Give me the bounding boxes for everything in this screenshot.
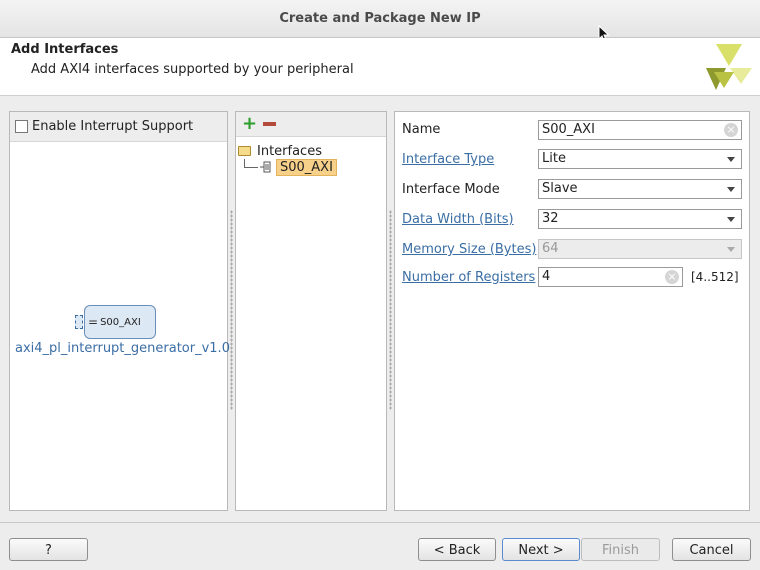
num-registers-range: [4..512] xyxy=(691,270,739,284)
cancel-button[interactable]: Cancel xyxy=(672,538,751,561)
interface-mode-label: Interface Mode xyxy=(402,182,500,197)
tree-root-label: Interfaces xyxy=(257,143,322,159)
finish-button: Finish xyxy=(581,538,660,561)
data-width-link[interactable]: Data Width (Bits) xyxy=(402,212,514,227)
interface-properties-panel: Name S00_AXI × Interface Type Lite Inter… xyxy=(394,111,750,511)
footer-divider xyxy=(0,522,760,523)
ip-block-symbol[interactable]: = S00_AXI xyxy=(75,305,156,339)
enable-interrupt-checkbox[interactable] xyxy=(15,120,28,133)
help-button[interactable]: ? xyxy=(9,538,88,561)
left-splitter-handle[interactable] xyxy=(230,210,233,410)
page-title: Add Interfaces xyxy=(11,42,119,57)
ip-block-port-label: S00_AXI xyxy=(100,316,141,328)
num-registers-link[interactable]: Number of Registers xyxy=(402,270,535,285)
clear-name-icon[interactable]: × xyxy=(724,123,738,137)
right-splitter-handle[interactable] xyxy=(389,210,392,410)
memory-size-select: 64 xyxy=(538,239,742,259)
name-label: Name xyxy=(402,122,441,137)
interface-mode-select[interactable]: Slave xyxy=(538,179,742,199)
axi-bus-icon xyxy=(260,161,271,173)
interrupt-support-row[interactable]: Enable Interrupt Support xyxy=(10,112,227,142)
data-width-value: 32 xyxy=(542,211,559,226)
page-subtitle: Add AXI4 interfaces supported by your pe… xyxy=(31,62,354,77)
num-registers-input[interactable]: 4 × xyxy=(538,267,683,287)
add-interface-icon[interactable]: + xyxy=(242,115,257,133)
tree-toolbar: + xyxy=(236,112,386,137)
ip-port-connector[interactable] xyxy=(75,315,83,329)
bus-interface-icon: = xyxy=(88,315,99,329)
memory-size-value: 64 xyxy=(542,241,559,256)
tree-item-label: S00_AXI xyxy=(276,158,337,176)
remove-interface-icon[interactable] xyxy=(263,122,277,126)
clear-registers-icon[interactable]: × xyxy=(665,270,679,284)
chevron-down-icon xyxy=(727,217,735,222)
interfaces-tree: Interfaces S00_AXI xyxy=(238,143,337,176)
name-input[interactable]: S00_AXI × xyxy=(538,120,742,140)
tree-branch-line xyxy=(244,159,258,168)
chevron-down-icon xyxy=(727,157,735,162)
window-title: Create and Package New IP xyxy=(0,0,760,38)
interfaces-tree-panel: + Interfaces S00_AXI xyxy=(235,111,387,511)
vendor-logo-icon xyxy=(706,44,752,90)
num-registers-value: 4 xyxy=(542,269,551,284)
interface-type-value: Lite xyxy=(542,151,566,166)
interface-type-select[interactable]: Lite xyxy=(538,149,742,169)
ip-symbol-panel: Enable Interrupt Support = S00_AXI axi4_… xyxy=(9,111,230,511)
back-button[interactable]: < Back xyxy=(418,538,496,561)
wizard-header: Add Interfaces Add AXI4 interfaces suppo… xyxy=(0,38,760,96)
interface-mode-value: Slave xyxy=(542,181,578,196)
data-width-select[interactable]: 32 xyxy=(538,209,742,229)
memory-size-link[interactable]: Memory Size (Bytes) xyxy=(402,242,536,257)
tree-root-interfaces[interactable]: Interfaces xyxy=(238,143,337,159)
chevron-down-icon xyxy=(727,187,735,192)
folder-open-icon xyxy=(238,146,251,156)
name-input-value: S00_AXI xyxy=(542,122,595,137)
chevron-down-icon xyxy=(727,247,735,252)
interface-type-link[interactable]: Interface Type xyxy=(402,152,494,167)
enable-interrupt-label[interactable]: Enable Interrupt Support xyxy=(32,119,193,134)
next-button[interactable]: Next > xyxy=(502,538,580,561)
ip-name-label: axi4_pl_interrupt_generator_v1.0 xyxy=(15,341,230,356)
tree-item-s00-axi[interactable]: S00_AXI xyxy=(244,158,337,176)
